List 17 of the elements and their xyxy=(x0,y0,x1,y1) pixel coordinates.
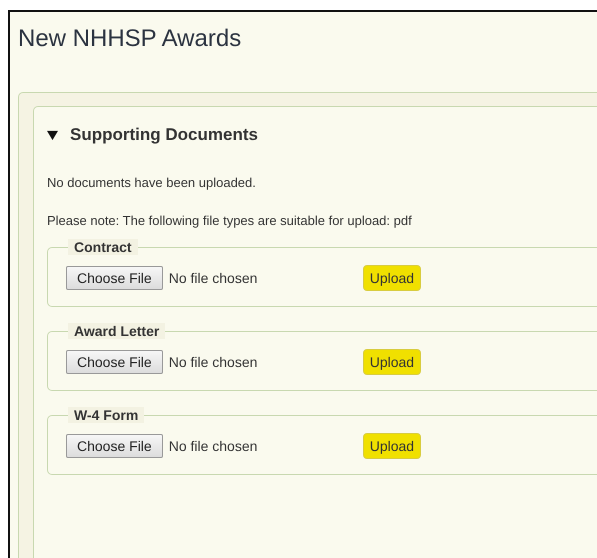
fieldset-legend: Award Letter xyxy=(68,323,166,339)
section-title[interactable]: Supporting Documents xyxy=(70,125,258,145)
file-status-text: No file chosen xyxy=(168,270,258,286)
choose-file-button[interactable]: Choose File xyxy=(66,266,163,290)
upload-button[interactable]: Upload xyxy=(362,265,422,291)
info-text: Please note: The following file types are suitable for upload: pdf xyxy=(47,213,413,229)
choose-file-button[interactable]: Choose File xyxy=(66,434,163,458)
choose-file-button[interactable]: Choose File xyxy=(66,350,163,374)
expand-triangle-icon[interactable] xyxy=(47,130,58,140)
file-status-text: No file chosen xyxy=(168,438,258,454)
page-title: New NHHSP Awards xyxy=(18,24,242,54)
fieldset-legend: Contract xyxy=(68,239,138,255)
upload-button[interactable]: Upload xyxy=(362,349,422,375)
info-text: No documents have been uploaded. xyxy=(47,175,257,191)
upload-button[interactable]: Upload xyxy=(362,433,422,459)
file-status-text: No file chosen xyxy=(168,354,258,370)
fieldset-legend: W-4 Form xyxy=(68,407,144,423)
